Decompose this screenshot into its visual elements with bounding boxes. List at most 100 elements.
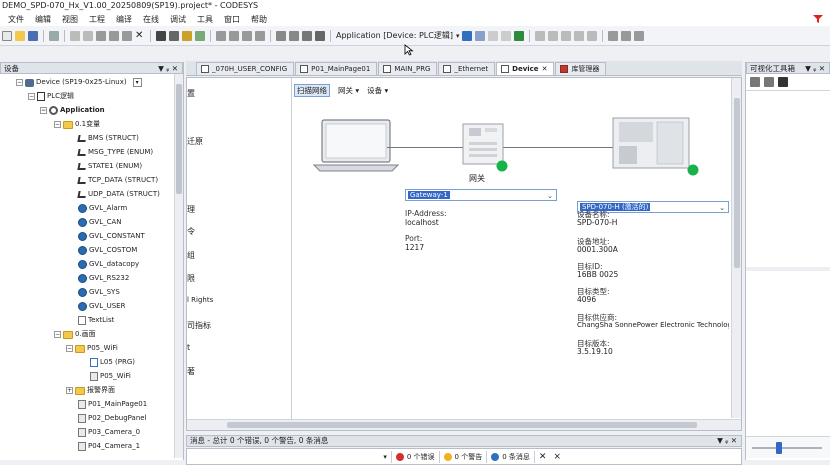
paste-icon[interactable] (122, 30, 132, 41)
error-filter-button[interactable]: 0 个错误 (390, 450, 439, 463)
tree-item-visu[interactable]: P03_Camera_0 (78, 426, 140, 440)
tree-item-gvl[interactable]: GVL_COSTOM (78, 244, 137, 258)
collapse-toggle[interactable]: − (66, 345, 73, 353)
collapse-toggle[interactable]: − (54, 121, 61, 129)
tree-item-gvl[interactable]: GVL_RS232 (78, 272, 129, 286)
settings-item[interactable]: 理 (187, 204, 195, 215)
tree-item-gvl[interactable]: GVL_SYS (78, 286, 120, 300)
toolbox-view-icon[interactable] (750, 77, 760, 87)
cut-icon[interactable] (96, 30, 106, 41)
filter-icon[interactable] (812, 14, 826, 24)
breakpoint-icon[interactable] (587, 30, 598, 41)
tree-item-textlist[interactable]: TextList (78, 314, 114, 328)
replace-icon[interactable] (169, 30, 179, 41)
unforce-icon[interactable] (634, 30, 645, 41)
menu-debug[interactable]: 调试 (170, 14, 186, 25)
zoom-slider-handle[interactable] (776, 442, 782, 454)
menu-build[interactable]: 编译 (116, 14, 132, 25)
delete-icon[interactable]: ✕ (135, 30, 145, 41)
settings-item[interactable]: 限 (187, 273, 195, 284)
settings-item[interactable]: 迁原 (187, 136, 203, 147)
step-out-icon[interactable] (561, 30, 572, 41)
tree-item-folder[interactable]: − 0.1变量 (54, 118, 100, 132)
tree-item-program[interactable]: L05 (PRG) (90, 356, 135, 370)
toolbox-splitter[interactable] (746, 267, 830, 271)
collapse-toggle[interactable]: − (16, 79, 23, 87)
tree-item-struct[interactable]: TCP_DATA (STRUCT) (77, 174, 158, 188)
settings-item[interactable]: 司指标 (187, 320, 211, 331)
build-icon[interactable] (276, 30, 286, 41)
warning-filter-button[interactable]: 0 个警告 (438, 450, 487, 463)
logout-icon[interactable] (475, 30, 486, 41)
rebuild-icon[interactable] (289, 30, 299, 41)
tree-item-gvl[interactable]: GVL_CONSTANT (78, 230, 145, 244)
tab-close-icon[interactable]: ✕ (542, 63, 548, 75)
settings-item[interactable]: 组 (187, 250, 195, 261)
stop-icon[interactable] (501, 30, 512, 41)
active-application-label[interactable]: Application [Device: PLC逻辑] (336, 30, 453, 41)
tree-scrollbar[interactable] (174, 74, 183, 458)
editor-scrollbar-thumb[interactable] (734, 98, 740, 268)
tree-item-plc-logic[interactable]: − PLC逻辑 (28, 90, 74, 104)
tree-item-folder[interactable]: − P05_WiFi (66, 342, 118, 356)
login-icon[interactable] (462, 30, 473, 41)
editor-hscroll-thumb[interactable] (227, 422, 697, 428)
tree-item-visu[interactable]: P04_Camera_1 (78, 440, 140, 454)
toolbox-grid-icon[interactable] (778, 77, 788, 87)
collapse-toggle[interactable]: − (28, 93, 35, 101)
run-to-cursor-icon[interactable] (574, 30, 585, 41)
dropdown-arrow-icon[interactable]: ▾ (132, 78, 142, 88)
undo-icon[interactable] (70, 30, 80, 41)
menu-view[interactable]: 视图 (62, 14, 78, 25)
tree-item-gvl[interactable]: GVL_Alarm (78, 202, 127, 216)
bookmark-icon[interactable] (216, 30, 226, 41)
print-icon[interactable] (49, 30, 59, 41)
tree-item-struct[interactable]: UDP_DATA (STRUCT) (77, 188, 160, 202)
editor-horizontal-scrollbar[interactable] (187, 419, 741, 430)
tab-main-prg[interactable]: MAIN_PRG (378, 62, 438, 75)
tree-item-application[interactable]: − Application (40, 104, 105, 118)
collapse-toggle[interactable]: − (54, 331, 61, 339)
tab-ethernet[interactable]: _Ethernet (438, 62, 496, 75)
menu-file[interactable]: 文件 (8, 14, 24, 25)
clear-filter-icon[interactable]: ⨯ (553, 452, 561, 462)
device-menu-button[interactable]: 设备 ▾ (367, 85, 388, 96)
toolbox-list-icon[interactable] (764, 77, 774, 87)
editor-vertical-scrollbar[interactable] (731, 78, 741, 418)
menu-edit[interactable]: 编辑 (35, 14, 51, 25)
settings-item[interactable]: 著 (187, 366, 195, 377)
settings-item[interactable]: t (187, 343, 190, 352)
tree-item-device[interactable]: − Device (SP19-0x25-Linux) ▾ (16, 76, 142, 90)
tree-item-enum[interactable]: MSG_TYPE (ENUM) (77, 146, 153, 160)
tree-item-gvl[interactable]: GVL_USER (78, 300, 125, 314)
tree-item-folder[interactable]: + 报警界面 (66, 384, 115, 398)
menu-tools[interactable]: 工具 (197, 14, 213, 25)
open-folder-icon[interactable] (15, 30, 25, 41)
tree-item-enum[interactable]: STATE1 (ENUM) (77, 160, 142, 174)
tree-item-gvl[interactable]: GVL_datacopy (78, 258, 139, 272)
settings-item[interactable]: 置 (187, 88, 195, 99)
tree-scrollbar-thumb[interactable] (176, 84, 182, 194)
menu-project[interactable]: 工程 (89, 14, 105, 25)
find-in-project-icon[interactable] (182, 30, 192, 41)
panel-pin-controls[interactable]: ▼ ᵩ ✕ (805, 63, 825, 73)
step-over-icon[interactable] (535, 30, 546, 41)
bookmark-next-icon[interactable] (229, 30, 239, 41)
find-icon[interactable] (156, 30, 166, 41)
bookmark-prev-icon[interactable] (242, 30, 252, 41)
step-into-icon[interactable] (548, 30, 559, 41)
chevron-down-icon[interactable]: ▾ (383, 453, 387, 461)
tab-main-page[interactable]: P01_MainPage01 (295, 62, 378, 75)
settings-item[interactable]: l Rights (187, 296, 213, 304)
tree-item-folder[interactable]: − 0.画面 (54, 328, 96, 342)
new-file-icon[interactable] (2, 30, 12, 41)
chevron-down-icon[interactable]: ▾ (456, 32, 460, 40)
tree-item-struct[interactable]: BMS (STRUCT) (77, 132, 139, 146)
properties-icon[interactable] (315, 30, 325, 41)
start-icon[interactable] (488, 30, 499, 41)
write-values-icon[interactable] (608, 30, 619, 41)
clear-messages-icon[interactable]: ✕ (533, 450, 551, 463)
tree-item-gvl[interactable]: GVL_CAN (78, 216, 122, 230)
redo-icon[interactable] (83, 30, 93, 41)
zoom-slider[interactable] (746, 436, 830, 458)
